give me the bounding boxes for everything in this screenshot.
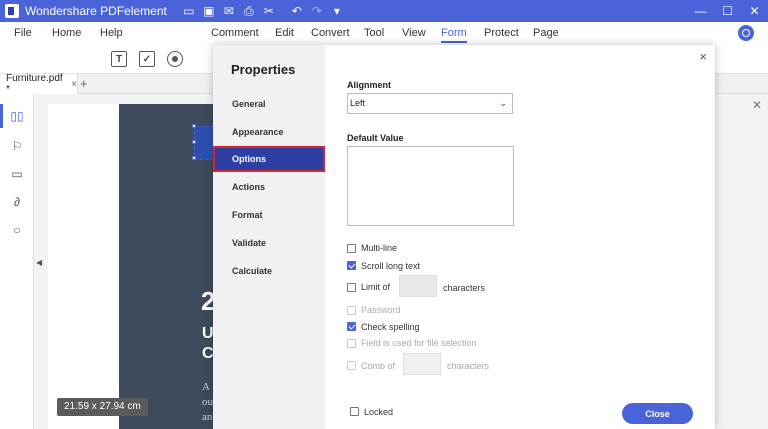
check-spelling-checkbox[interactable] (347, 322, 356, 331)
file-selection-checkbox[interactable] (347, 339, 356, 348)
document-tab[interactable]: Furniture.pdf * × (0, 73, 78, 95)
text-field-icon[interactable]: T (111, 51, 127, 67)
nav-options[interactable]: Options (213, 146, 325, 172)
limit-of-label: Limit of (361, 282, 391, 292)
page-heading-line: C (202, 345, 214, 362)
folder-icon[interactable]: ▭ (179, 0, 199, 22)
limit-of-input[interactable] (399, 275, 437, 297)
right-panel-close-icon[interactable]: ✕ (752, 98, 762, 112)
selected-form-field[interactable] (192, 124, 214, 160)
title-bar: Wondershare PDFelement ▭ ▣ ✉ ⎙ ✂ ↶ ↷ ▾ —… (0, 0, 768, 22)
close-dialog-button[interactable]: Close (622, 403, 693, 424)
resize-handle[interactable] (192, 156, 196, 160)
nav-actions[interactable]: Actions (213, 174, 325, 200)
locked-label: Locked (364, 407, 394, 417)
limit-of-checkbox[interactable] (347, 283, 356, 292)
redo-icon[interactable]: ↷ (307, 0, 327, 22)
file-selection-label: Field is used for file selection (361, 338, 477, 348)
menu-home[interactable]: Home (52, 27, 81, 39)
page-body-line: ou (202, 396, 213, 408)
locked-checkbox[interactable] (350, 407, 359, 416)
scroll-long-text-label: Scroll long text (361, 261, 421, 271)
undo-icon[interactable]: ↶ (287, 0, 307, 22)
scroll-long-text-checkbox[interactable] (347, 261, 356, 270)
alignment-value: Left (350, 98, 366, 108)
rail-selection-indicator (0, 104, 3, 128)
close-tab-icon[interactable]: × (71, 79, 77, 90)
comb-of-input[interactable] (403, 353, 441, 375)
page-heading: U C (202, 324, 214, 364)
radio-button-tool-icon[interactable] (167, 51, 183, 67)
password-label: Password (361, 305, 401, 315)
default-value-textarea[interactable] (347, 146, 514, 226)
avatar[interactable] (738, 25, 754, 41)
menu-form[interactable]: Form (441, 27, 467, 43)
new-tab-button[interactable]: + (80, 76, 88, 91)
dropdown-icon[interactable]: ▾ (327, 0, 347, 22)
properties-dialog: Properties General Appearance Options Ac… (213, 45, 715, 429)
page-size-badge: 21.59 x 27.94 cm (57, 398, 148, 416)
menu-view[interactable]: View (402, 27, 426, 39)
page-body-line: an (202, 411, 213, 423)
checkbox-tool-icon[interactable]: ✓ (139, 51, 155, 67)
menu-convert[interactable]: Convert (311, 27, 350, 39)
resize-handle[interactable] (192, 124, 196, 128)
menu-help[interactable]: Help (100, 27, 123, 39)
print-icon[interactable]: ⎙ (239, 0, 259, 22)
bookmark-icon[interactable]: ⚐ (9, 138, 25, 154)
mail-icon[interactable]: ✉ (219, 0, 239, 22)
dialog-title: Properties (231, 62, 296, 77)
menu-edit[interactable]: Edit (275, 27, 294, 39)
check-spelling-label: Check spelling (361, 322, 420, 332)
multi-line-checkbox[interactable] (347, 244, 356, 253)
alignment-select[interactable]: Left ⌄ (347, 93, 513, 114)
page-body-line: A (202, 381, 210, 393)
left-rail: ▯▯ ⚐ ▭ ∂ ○ (0, 94, 34, 429)
comment-icon[interactable]: ▭ (9, 166, 25, 182)
nav-general[interactable]: General (213, 91, 325, 117)
nav-validate[interactable]: Validate (213, 230, 325, 256)
menu-file[interactable]: File (14, 27, 32, 39)
dialog-close-icon[interactable]: × (699, 49, 707, 64)
document-tab-label: Furniture.pdf * (6, 73, 63, 95)
window-controls: — ☐ ✕ (687, 0, 768, 22)
close-button[interactable]: ✕ (741, 0, 768, 22)
nav-appearance[interactable]: Appearance (213, 119, 325, 145)
cut-icon[interactable]: ✂ (259, 0, 279, 22)
chevron-down-icon: ⌄ (499, 98, 507, 108)
menu-bar: File Home Help Comment Edit Convert Tool… (0, 22, 768, 44)
thumbnails-icon[interactable]: ▯▯ (9, 108, 25, 124)
dialog-sidebar: Properties General Appearance Options Ac… (213, 45, 325, 429)
app-logo-icon (5, 4, 19, 18)
menu-comment[interactable]: Comment (211, 27, 259, 39)
menu-page[interactable]: Page (533, 27, 559, 39)
search-icon[interactable]: ○ (9, 222, 25, 238)
nav-format[interactable]: Format (213, 202, 325, 228)
attachment-icon[interactable]: ∂ (9, 194, 25, 210)
save-icon[interactable]: ▣ (199, 0, 219, 22)
nav-calculate[interactable]: Calculate (213, 258, 325, 284)
multi-line-label: Multi-line (361, 243, 398, 253)
limit-characters-label: characters (443, 283, 486, 293)
comb-characters-label: characters (447, 361, 490, 371)
maximize-button[interactable]: ☐ (714, 0, 741, 22)
page-body-text: A ou an (202, 380, 213, 425)
minimize-button[interactable]: — (687, 0, 714, 22)
alignment-label: Alignment (347, 80, 391, 90)
app-title: Wondershare PDFelement (25, 4, 167, 18)
menu-protect[interactable]: Protect (484, 27, 519, 39)
page-heading-line: U (202, 325, 214, 342)
menu-tool[interactable]: Tool (364, 27, 384, 39)
comb-of-label: Comb of (361, 361, 396, 371)
collapse-panel-icon[interactable]: ◀ (36, 258, 42, 267)
default-value-label: Default Value (347, 133, 404, 143)
comb-of-checkbox[interactable] (347, 361, 356, 370)
password-checkbox[interactable] (347, 306, 356, 315)
resize-handle[interactable] (192, 140, 196, 144)
